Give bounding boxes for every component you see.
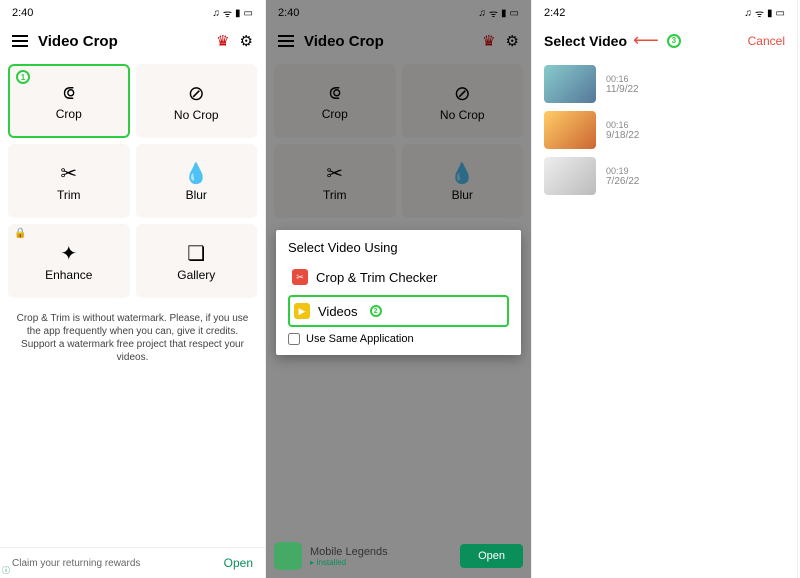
- crop-icon: ⟃: [63, 82, 75, 105]
- status-icons: ♫ ᯤ ▮ ▭: [212, 6, 253, 20]
- headphone-icon: ♫: [744, 8, 752, 19]
- screen-3-select-video: 2:42 ♫ ᯤ ▮ ▭ Select Video ⟵ 3 Cancel 00:…: [532, 0, 798, 578]
- dialog-title: Select Video Using: [288, 240, 509, 255]
- status-bar: 2:42 ♫ ᯤ ▮ ▭: [532, 0, 797, 26]
- video-item[interactable]: 00:16 9/18/22: [544, 111, 785, 149]
- video-meta: 00:16 11/9/22: [606, 74, 639, 95]
- lock-icon: 🔒: [14, 228, 26, 239]
- clock: 2:40: [12, 7, 33, 19]
- video-date: 11/9/22: [606, 84, 639, 95]
- screen-1-home: 2:40 ♫ ᯤ ▮ ▭ Video Crop ♛ ⚙ 1 ⟃ Crop ⊘ N…: [0, 0, 266, 578]
- video-thumbnail: [544, 65, 596, 103]
- video-thumbnail: [544, 157, 596, 195]
- tile-label: Gallery: [177, 268, 215, 282]
- tile-crop[interactable]: 1 ⟃ Crop: [8, 64, 130, 138]
- battery-icon: ▭: [776, 8, 785, 19]
- feature-grid: 1 ⟃ Crop ⊘ No Crop ✂ Trim 💧 Blur 🔒 ✦ Enh…: [0, 56, 265, 306]
- video-thumbnail: [544, 111, 596, 149]
- headphone-icon: ♫: [212, 8, 220, 19]
- checkbox-label: Use Same Application: [306, 333, 414, 345]
- use-same-app-checkbox[interactable]: [288, 333, 300, 345]
- app-bar: Video Crop ♛ ⚙: [0, 26, 265, 56]
- video-date: 9/18/22: [606, 130, 639, 141]
- ad-bar[interactable]: Claim your returning rewards Open: [0, 547, 265, 578]
- no-crop-icon: ⊘: [188, 81, 205, 106]
- enhance-icon: ✦: [60, 241, 77, 266]
- video-duration: 00:16: [606, 74, 639, 84]
- gallery-icon: ❏: [187, 241, 205, 266]
- option-label: Videos: [318, 304, 358, 319]
- ad-open-link[interactable]: Open: [224, 556, 253, 570]
- wifi-icon: ᯤ: [755, 6, 764, 20]
- trim-icon: ✂: [60, 161, 77, 186]
- tile-label: Enhance: [45, 268, 92, 282]
- ad-open-button[interactable]: Open: [460, 544, 523, 568]
- gear-icon[interactable]: ⚙: [240, 32, 253, 50]
- wifi-icon: ᯤ: [223, 6, 232, 20]
- battery-icon: ▭: [244, 8, 253, 19]
- video-date: 7/26/22: [606, 176, 639, 187]
- tile-label: Crop: [56, 107, 82, 121]
- option-videos[interactable]: ▶ Videos 2: [288, 295, 509, 327]
- video-item[interactable]: 00:16 11/9/22: [544, 65, 785, 103]
- cancel-link[interactable]: Cancel: [748, 34, 785, 48]
- ad-status: ▸ Installed: [310, 558, 452, 567]
- page-title: Select Video: [544, 33, 627, 49]
- option-label: Crop & Trim Checker: [316, 270, 437, 285]
- ad-info-icon[interactable]: ⓘ: [2, 565, 10, 576]
- ad-info: Mobile Legends ▸ Installed: [310, 546, 452, 567]
- step-badge-3: 3: [667, 34, 681, 48]
- signal-icon: ▮: [235, 8, 241, 19]
- video-duration: 00:16: [606, 120, 639, 130]
- app-icon-red: ✂: [292, 269, 308, 285]
- step-badge-1: 1: [16, 70, 30, 84]
- footnote-text: Crop & Trim is without watermark. Please…: [0, 306, 265, 370]
- tile-enhance[interactable]: 🔒 ✦ Enhance: [8, 224, 130, 298]
- video-meta: 00:16 9/18/22: [606, 120, 639, 141]
- blur-icon: 💧: [184, 161, 209, 186]
- status-bar: 2:40 ♫ ᯤ ▮ ▭: [0, 0, 265, 26]
- step-badge-2: 2: [370, 305, 382, 317]
- video-list: 00:16 11/9/22 00:16 9/18/22 00:19 7/26/2…: [532, 55, 797, 205]
- tile-label: Trim: [57, 188, 81, 202]
- crown-icon[interactable]: ♛: [216, 32, 229, 50]
- screen-2-dialog: 2:40 ♫ ᯤ ▮ ▭ Video Crop ♛ ⚙ ⟃ Crop ⊘ No …: [266, 0, 532, 578]
- arrow-left-icon: ⟵: [633, 30, 659, 51]
- video-duration: 00:19: [606, 166, 639, 176]
- status-icons: ♫ ᯤ ▮ ▭: [744, 6, 785, 20]
- tile-label: Blur: [186, 188, 207, 202]
- tile-label: No Crop: [174, 108, 219, 122]
- tile-trim[interactable]: ✂ Trim: [8, 144, 130, 218]
- menu-icon[interactable]: [12, 35, 28, 47]
- use-same-app-row[interactable]: Use Same Application: [288, 333, 509, 345]
- tile-no-crop[interactable]: ⊘ No Crop: [136, 64, 258, 138]
- ad-bar[interactable]: Mobile Legends ▸ Installed Open: [266, 534, 531, 578]
- ad-thumbnail: [274, 542, 302, 570]
- select-video-dialog: Select Video Using ✂ Crop & Trim Checker…: [276, 230, 521, 355]
- select-video-bar: Select Video ⟵ 3 Cancel: [532, 26, 797, 55]
- tile-gallery[interactable]: ❏ Gallery: [136, 224, 258, 298]
- ad-app-name: Mobile Legends: [310, 546, 452, 558]
- ad-text: Claim your returning rewards: [12, 558, 224, 569]
- signal-icon: ▮: [767, 8, 773, 19]
- app-title: Video Crop: [38, 33, 206, 50]
- video-item[interactable]: 00:19 7/26/22: [544, 157, 785, 195]
- tile-blur[interactable]: 💧 Blur: [136, 144, 258, 218]
- option-crop-trim-checker[interactable]: ✂ Crop & Trim Checker: [288, 263, 509, 291]
- video-meta: 00:19 7/26/22: [606, 166, 639, 187]
- app-icon-yellow: ▶: [294, 303, 310, 319]
- clock: 2:42: [544, 7, 565, 19]
